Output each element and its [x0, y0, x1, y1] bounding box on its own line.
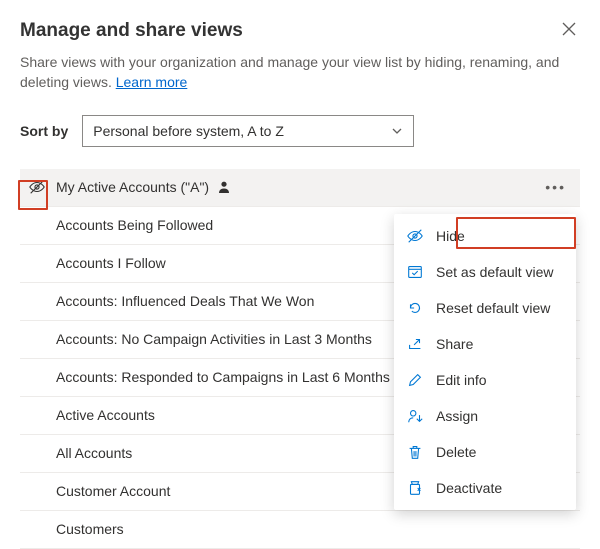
- menu-item-label: Reset default view: [436, 300, 550, 316]
- list-item-label: Active Accounts: [56, 407, 155, 423]
- list-item-label: Accounts I Follow: [56, 255, 166, 271]
- menu-item-label: Set as default view: [436, 264, 554, 280]
- list-item-label: Customer Account: [56, 483, 170, 499]
- subtitle-text: Share views with your organization and m…: [20, 54, 559, 90]
- list-item-label: Customers: [56, 521, 124, 537]
- menu-item-assign[interactable]: Assign: [394, 398, 576, 434]
- deactivate-icon: [406, 479, 424, 497]
- context-menu: Hide Set as default view Reset default v…: [394, 214, 576, 510]
- menu-item-share[interactable]: Share: [394, 326, 576, 362]
- more-actions-button[interactable]: •••: [545, 179, 566, 195]
- learn-more-link[interactable]: Learn more: [116, 74, 188, 90]
- list-item-label: Accounts: Responded to Campaigns in Last…: [56, 369, 390, 385]
- hide-icon: [406, 227, 424, 245]
- person-icon: [217, 180, 231, 194]
- sort-by-label: Sort by: [20, 123, 68, 139]
- menu-item-delete[interactable]: Delete: [394, 434, 576, 470]
- close-button[interactable]: [558, 20, 580, 42]
- menu-item-label: Delete: [436, 444, 476, 460]
- share-icon: [406, 335, 424, 353]
- menu-item-edit-info[interactable]: Edit info: [394, 362, 576, 398]
- edit-icon: [406, 371, 424, 389]
- list-item[interactable]: My Active Accounts ("A") •••: [20, 169, 580, 207]
- menu-item-set-default[interactable]: Set as default view: [394, 254, 576, 290]
- menu-item-label: Share: [436, 336, 473, 352]
- delete-icon: [406, 443, 424, 461]
- menu-item-reset-default[interactable]: Reset default view: [394, 290, 576, 326]
- menu-item-label: Assign: [436, 408, 478, 424]
- dialog-title: Manage and share views: [20, 20, 243, 42]
- list-item-label: Accounts Being Followed: [56, 217, 213, 233]
- menu-item-label: Hide: [436, 228, 465, 244]
- chevron-down-icon: [391, 125, 403, 137]
- hide-icon: [24, 174, 50, 200]
- list-item-label: All Accounts: [56, 445, 132, 461]
- assign-icon: [406, 407, 424, 425]
- list-item-label: Accounts: Influenced Deals That We Won: [56, 293, 314, 309]
- reset-icon: [406, 299, 424, 317]
- list-item[interactable]: Customers: [20, 511, 580, 549]
- menu-item-label: Deactivate: [436, 480, 502, 496]
- close-icon: [562, 22, 576, 36]
- dialog-subtitle: Share views with your organization and m…: [20, 52, 580, 93]
- sort-by-select[interactable]: Personal before system, A to Z: [82, 115, 414, 147]
- list-item-label: Accounts: No Campaign Activities in Last…: [56, 331, 372, 347]
- list-item-label: My Active Accounts ("A"): [56, 179, 209, 195]
- menu-item-deactivate[interactable]: Deactivate: [394, 470, 576, 506]
- default-view-icon: [406, 263, 424, 281]
- menu-item-hide[interactable]: Hide: [394, 218, 576, 254]
- menu-item-label: Edit info: [436, 372, 487, 388]
- sort-by-value: Personal before system, A to Z: [93, 123, 284, 139]
